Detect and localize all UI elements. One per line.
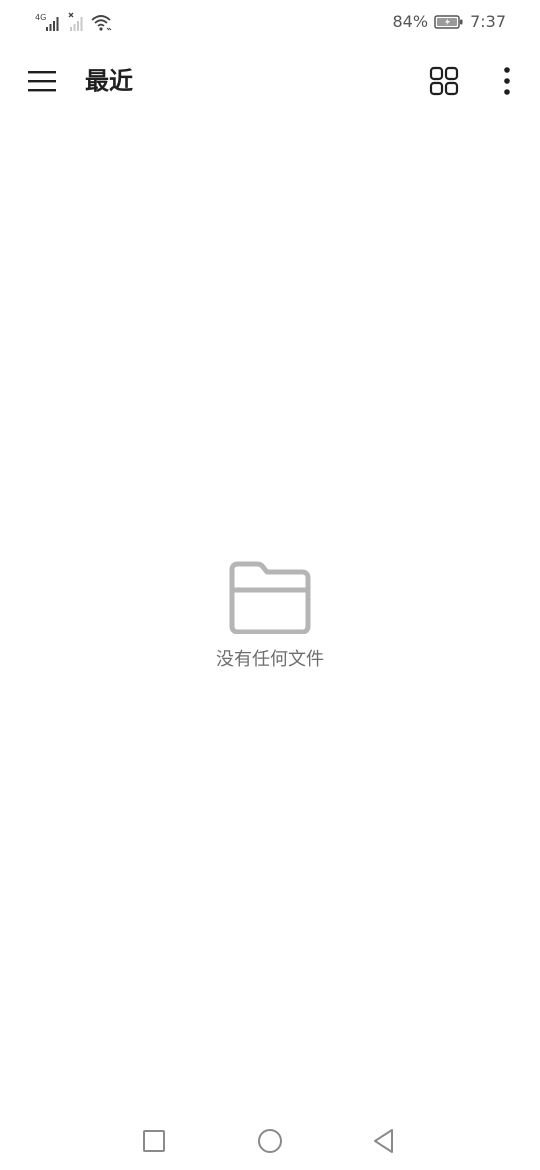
- battery-charging-icon: [434, 15, 463, 29]
- network-type-label: 4G: [35, 13, 46, 22]
- status-bar: 4G 84% 7:37: [0, 0, 540, 44]
- status-time: 7:37: [470, 12, 506, 31]
- empty-message: 没有任何文件: [216, 649, 324, 670]
- folder-icon: [229, 561, 311, 634]
- page-title: 最近: [85, 67, 133, 95]
- no-signal-icon: [68, 12, 83, 31]
- home-button[interactable]: [253, 1124, 287, 1158]
- grid-view-button[interactable]: [424, 61, 464, 101]
- recents-button[interactable]: [137, 1124, 171, 1158]
- status-left: 4G: [34, 12, 112, 32]
- grid-view-icon: [429, 66, 459, 96]
- triangle-back-icon: [374, 1129, 393, 1153]
- empty-state: 没有任何文件: [0, 560, 540, 672]
- status-right: 84% 7:37: [393, 12, 507, 32]
- hamburger-menu-icon: [28, 71, 56, 92]
- more-vert-icon: [504, 67, 510, 95]
- wifi-icon: [91, 15, 112, 31]
- signal-bars-icon: 4G: [35, 13, 59, 31]
- square-recents-icon: [143, 1130, 165, 1152]
- menu-button[interactable]: [22, 61, 62, 101]
- battery-percent: 84%: [392, 12, 429, 31]
- more-options-button[interactable]: [487, 61, 527, 101]
- circle-home-icon: [258, 1129, 282, 1153]
- back-button[interactable]: [367, 1124, 401, 1158]
- app-bar: 最近: [0, 50, 540, 112]
- navigation-bar: [0, 1112, 540, 1170]
